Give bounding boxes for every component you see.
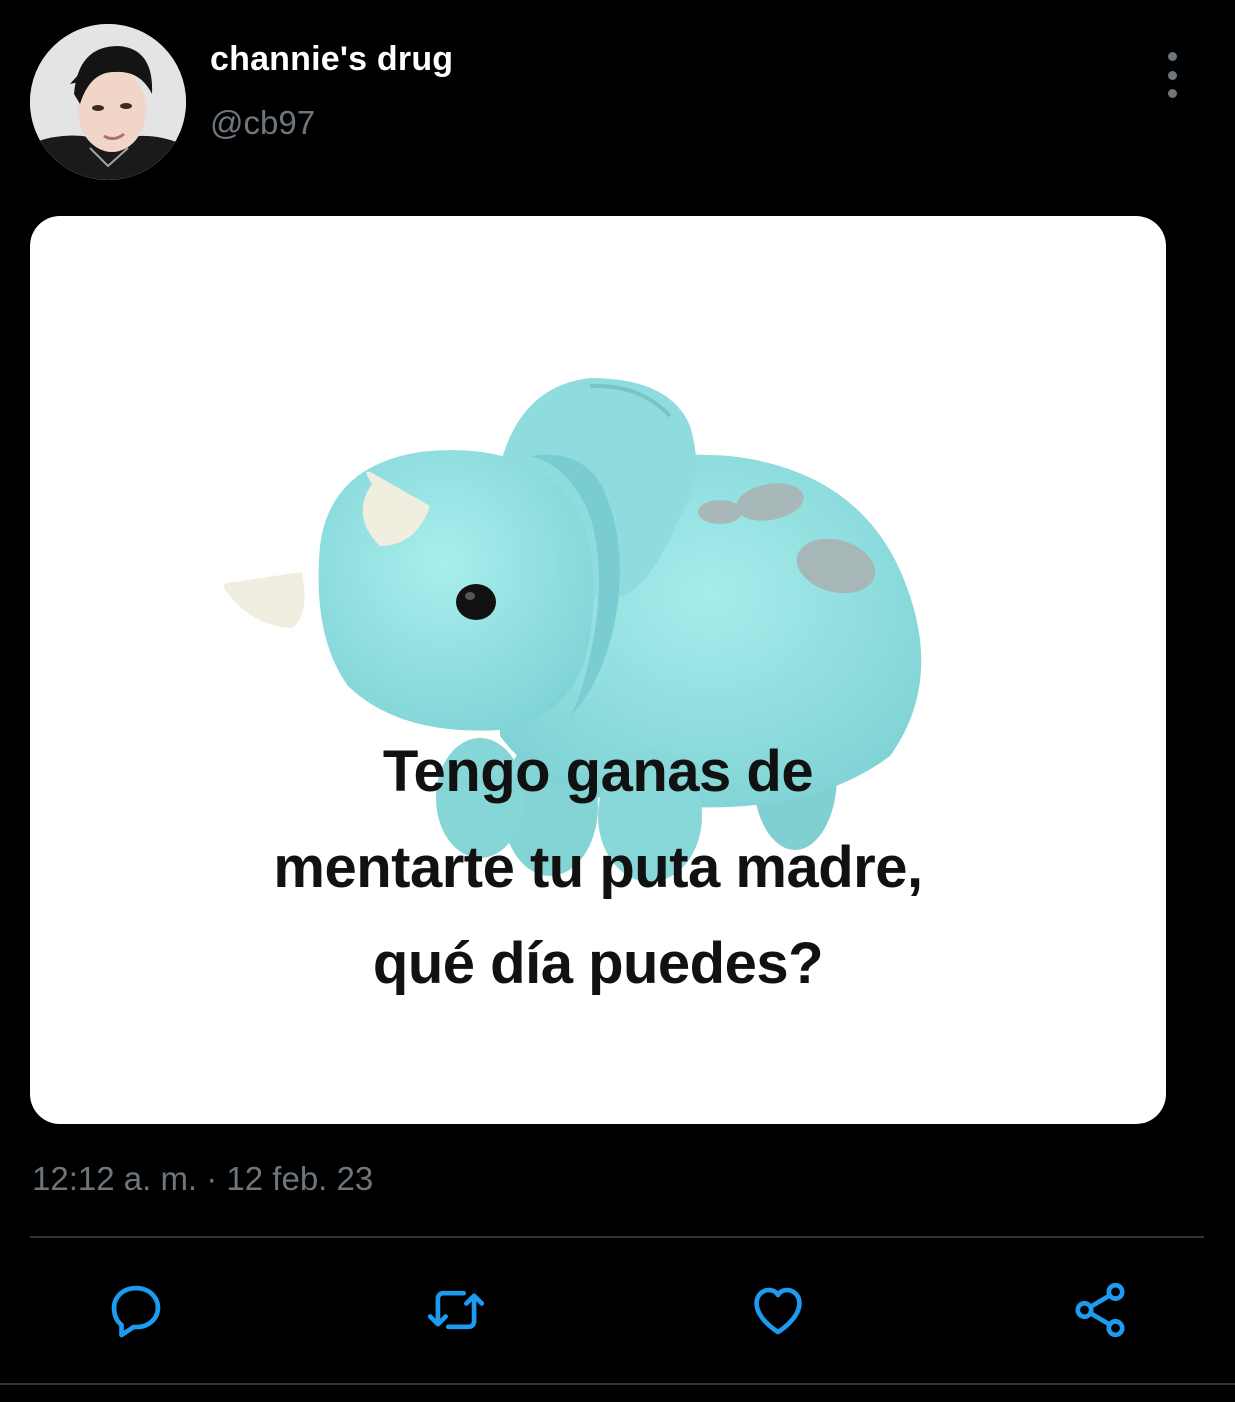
media-caption: Tengo ganas de mentarte tu puta madre, q… — [30, 724, 1166, 1012]
tweet-timestamp[interactable]: 12:12 a. m. · 12 feb. 23 — [32, 1160, 373, 1198]
divider — [0, 1383, 1235, 1385]
retweet-button[interactable] — [424, 1278, 488, 1342]
avatar[interactable] — [30, 24, 186, 180]
like-button[interactable] — [746, 1278, 810, 1342]
like-icon — [754, 1287, 802, 1335]
tweet-detail: channie's drug @cb97 Tengo ganas de ment… — [0, 0, 1235, 1402]
caption-line: qué día puedes? — [372, 931, 824, 996]
caption-line: mentarte tu puta madre, — [273, 835, 923, 900]
caption-line: Tengo ganas de — [382, 739, 814, 804]
user-handle[interactable]: @cb97 — [210, 104, 315, 142]
tweet-media[interactable]: Tengo ganas de mentarte tu puta madre, q… — [30, 216, 1166, 1124]
display-name[interactable]: channie's drug — [210, 40, 453, 79]
share-icon — [1075, 1282, 1125, 1338]
reply-icon — [111, 1285, 161, 1338]
reply-button[interactable] — [104, 1278, 168, 1342]
avatar-photo — [30, 24, 186, 180]
more-icon[interactable] — [1150, 52, 1194, 98]
divider — [30, 1236, 1204, 1238]
share-button[interactable] — [1068, 1278, 1132, 1342]
retweet-icon — [427, 1290, 485, 1330]
